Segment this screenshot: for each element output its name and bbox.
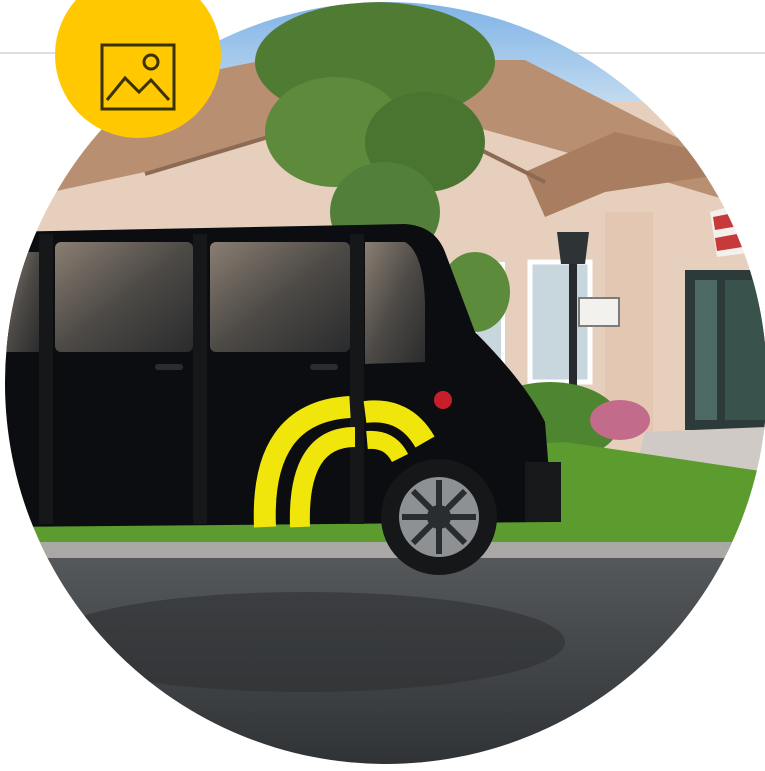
flag <box>710 202 755 257</box>
vehicle-window <box>210 242 350 352</box>
image-icon <box>100 43 176 111</box>
vehicle-window <box>55 242 193 352</box>
curb <box>5 542 765 558</box>
